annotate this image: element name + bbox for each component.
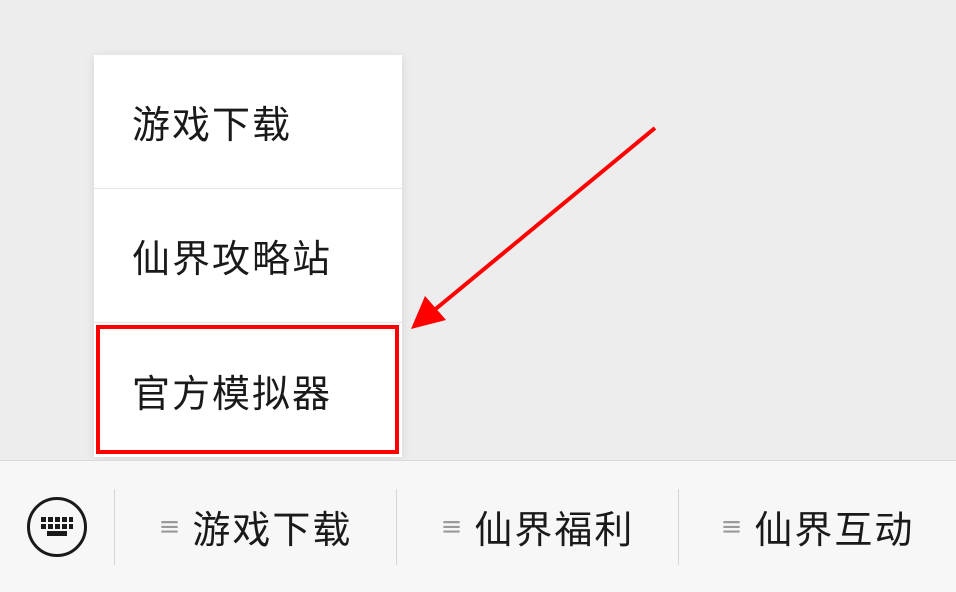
menu-icon: ≡ (440, 511, 463, 542)
tab-label: 游戏下载 (192, 508, 353, 552)
tab-interaction[interactable]: ≡ 仙界互动 (679, 461, 956, 592)
tab-label: 仙界福利 (474, 508, 635, 552)
menu-item-label: 官方模拟器 (132, 371, 333, 416)
tab-label: 仙界互动 (754, 508, 915, 552)
tab-game-download[interactable]: ≡ 游戏下载 (115, 461, 396, 592)
bottom-menu-bar: ≡ 游戏下载 ≡ 仙界福利 ≡ 仙界互动 (0, 460, 956, 592)
menu-item-label: 游戏下载 (132, 103, 293, 147)
popup-menu: 游戏下载 仙界攻略站 官方模拟器 (94, 55, 402, 457)
menu-icon: ≡ (720, 511, 743, 542)
keyboard-icon (27, 496, 87, 557)
keyboard-toggle-button[interactable] (0, 461, 114, 592)
menu-item-strategy-site[interactable]: 仙界攻略站 (94, 189, 402, 323)
menu-icon: ≡ (158, 511, 181, 542)
menu-item-label: 仙界攻略站 (132, 237, 333, 281)
menu-item-official-emulator[interactable]: 官方模拟器 (94, 323, 402, 457)
menu-item-game-download[interactable]: 游戏下载 (94, 55, 402, 189)
tab-welfare[interactable]: ≡ 仙界福利 (397, 461, 678, 592)
